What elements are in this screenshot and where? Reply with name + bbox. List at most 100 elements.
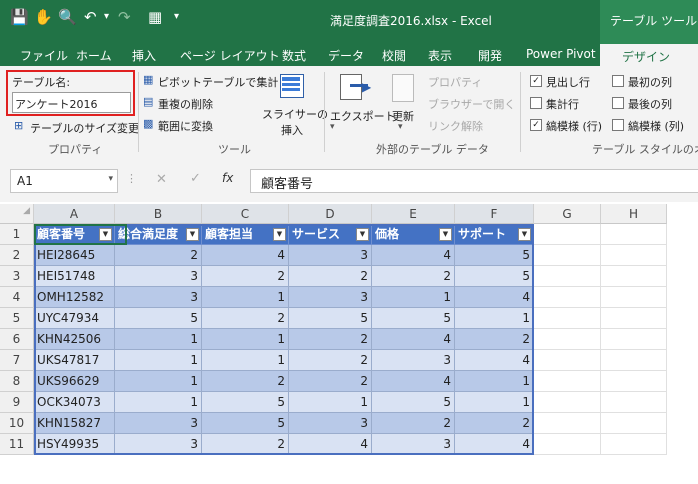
row-header[interactable]: 2 bbox=[0, 245, 34, 266]
column-header-col-b[interactable]: B bbox=[115, 204, 202, 224]
touch-mode-icon[interactable]: ✋ bbox=[34, 8, 53, 26]
header-row-checkbox[interactable]: ✓ bbox=[530, 75, 542, 87]
table-data-cell[interactable]: 5 bbox=[202, 392, 289, 413]
table-data-cell[interactable]: 3 bbox=[115, 434, 202, 455]
resize-table-button[interactable]: テーブルのサイズ変更 bbox=[30, 120, 139, 136]
empty-cell[interactable] bbox=[601, 350, 667, 371]
table-data-cell[interactable]: OMH12582 bbox=[34, 287, 115, 308]
tab-formulas[interactable]: 数式 bbox=[282, 47, 306, 64]
table-data-cell[interactable]: 2 bbox=[289, 350, 372, 371]
table-data-cell[interactable]: 1 bbox=[372, 287, 455, 308]
column-header-col-c[interactable]: C bbox=[202, 204, 289, 224]
export-button[interactable]: エクスポート bbox=[330, 108, 396, 124]
banded-columns-checkbox[interactable] bbox=[612, 119, 624, 131]
empty-cell[interactable] bbox=[534, 245, 601, 266]
insert-function-icon[interactable]: fx bbox=[222, 171, 233, 185]
table-data-cell[interactable]: 1 bbox=[455, 371, 534, 392]
table-data-cell[interactable]: 5 bbox=[455, 245, 534, 266]
table-data-cell[interactable]: 5 bbox=[372, 392, 455, 413]
tab-data[interactable]: データ bbox=[328, 47, 364, 64]
table-data-cell[interactable]: 1 bbox=[455, 308, 534, 329]
table-data-cell[interactable]: UKS47817 bbox=[34, 350, 115, 371]
table-data-cell[interactable]: 3 bbox=[289, 245, 372, 266]
table-data-cell[interactable]: 4 bbox=[202, 245, 289, 266]
save-icon[interactable]: 💾 bbox=[10, 8, 29, 26]
empty-cell[interactable] bbox=[534, 266, 601, 287]
table-data-cell[interactable]: 1 bbox=[289, 392, 372, 413]
column-header-col-a[interactable]: A bbox=[34, 204, 115, 224]
table-data-cell[interactable]: 2 bbox=[289, 266, 372, 287]
empty-cell[interactable] bbox=[601, 413, 667, 434]
table-header-cell[interactable]: サポート ▼ bbox=[455, 224, 534, 245]
table-name-input[interactable]: アンケート2016 bbox=[12, 92, 131, 113]
empty-cell[interactable] bbox=[601, 308, 667, 329]
empty-cell[interactable] bbox=[601, 266, 667, 287]
row-header[interactable]: 10 bbox=[0, 413, 34, 434]
table-data-cell[interactable]: 3 bbox=[115, 413, 202, 434]
row-header[interactable]: 6 bbox=[0, 329, 34, 350]
table-data-cell[interactable]: 2 bbox=[455, 413, 534, 434]
table-data-cell[interactable]: OCK34073 bbox=[34, 392, 115, 413]
filter-dropdown-icon[interactable]: ▼ bbox=[356, 228, 369, 241]
table-header-cell[interactable]: 価格 ▼ bbox=[372, 224, 455, 245]
tab-home[interactable]: ホーム bbox=[76, 47, 112, 64]
empty-cell[interactable] bbox=[534, 287, 601, 308]
refresh-dropdown-icon[interactable]: ▾ bbox=[398, 122, 403, 132]
table-data-cell[interactable]: HEI28645 bbox=[34, 245, 115, 266]
table-data-cell[interactable]: KHN15827 bbox=[34, 413, 115, 434]
table-data-cell[interactable]: 5 bbox=[289, 308, 372, 329]
empty-cell[interactable] bbox=[601, 287, 667, 308]
table-data-cell[interactable]: 2 bbox=[372, 413, 455, 434]
filter-dropdown-icon[interactable]: ▼ bbox=[439, 228, 452, 241]
total-row-checkbox[interactable] bbox=[530, 97, 542, 109]
table-data-cell[interactable]: 3 bbox=[372, 434, 455, 455]
table-data-cell[interactable]: UYC47934 bbox=[34, 308, 115, 329]
column-header-col-h[interactable]: H bbox=[601, 204, 667, 224]
table-data-cell[interactable]: 1 bbox=[115, 392, 202, 413]
table-header-cell[interactable]: 顧客番号 ▼ bbox=[34, 224, 115, 245]
print-preview-icon[interactable]: 🔍 bbox=[58, 8, 77, 26]
table-data-cell[interactable]: 1 bbox=[115, 329, 202, 350]
banded-rows-checkbox[interactable]: ✓ bbox=[530, 119, 542, 131]
select-all-corner[interactable]: ◢ bbox=[0, 204, 34, 224]
row-header[interactable]: 5 bbox=[0, 308, 34, 329]
table-data-cell[interactable]: 4 bbox=[289, 434, 372, 455]
name-box[interactable]: A1 ▾ bbox=[10, 169, 118, 193]
tab-design[interactable]: デザイン bbox=[600, 44, 698, 68]
remove-duplicates-button[interactable]: 重複の削除 bbox=[158, 96, 213, 112]
undo-icon[interactable]: ↶ bbox=[84, 8, 97, 26]
table-data-cell[interactable]: 2 bbox=[202, 371, 289, 392]
table-data-cell[interactable]: 3 bbox=[289, 287, 372, 308]
empty-cell[interactable] bbox=[601, 434, 667, 455]
row-header[interactable]: 11 bbox=[0, 434, 34, 455]
empty-cell[interactable] bbox=[534, 434, 601, 455]
table-data-cell[interactable]: 3 bbox=[115, 287, 202, 308]
table-data-cell[interactable]: 2 bbox=[202, 266, 289, 287]
empty-cell[interactable] bbox=[534, 308, 601, 329]
table-data-cell[interactable]: HEI51748 bbox=[34, 266, 115, 287]
table-data-cell[interactable]: 4 bbox=[455, 434, 534, 455]
filter-dropdown-icon[interactable]: ▼ bbox=[518, 228, 531, 241]
table-data-cell[interactable]: 2 bbox=[289, 329, 372, 350]
table-data-cell[interactable]: 4 bbox=[372, 245, 455, 266]
table-data-cell[interactable]: 5 bbox=[372, 308, 455, 329]
tab-insert[interactable]: 挿入 bbox=[132, 47, 156, 64]
row-header[interactable]: 8 bbox=[0, 371, 34, 392]
table-data-cell[interactable]: KHN42506 bbox=[34, 329, 115, 350]
empty-cell[interactable] bbox=[534, 329, 601, 350]
table-data-cell[interactable]: 1 bbox=[115, 350, 202, 371]
tab-developer[interactable]: 開発 bbox=[478, 47, 502, 64]
table-data-cell[interactable]: 4 bbox=[455, 350, 534, 371]
table-data-cell[interactable]: 2 bbox=[115, 245, 202, 266]
table-data-cell[interactable]: 5 bbox=[202, 413, 289, 434]
refresh-button[interactable]: 更新 bbox=[392, 108, 414, 124]
table-data-cell[interactable]: 2 bbox=[289, 371, 372, 392]
table-data-cell[interactable]: 2 bbox=[455, 329, 534, 350]
table-data-cell[interactable]: 1 bbox=[202, 329, 289, 350]
table-data-cell[interactable]: 3 bbox=[289, 413, 372, 434]
table-header-cell[interactable]: 総合満足度 ▼ bbox=[115, 224, 202, 245]
table-data-cell[interactable]: 1 bbox=[115, 371, 202, 392]
row-header[interactable]: 4 bbox=[0, 287, 34, 308]
customize-toolbar-icon[interactable]: ▾ bbox=[174, 8, 179, 26]
row-header[interactable]: 7 bbox=[0, 350, 34, 371]
